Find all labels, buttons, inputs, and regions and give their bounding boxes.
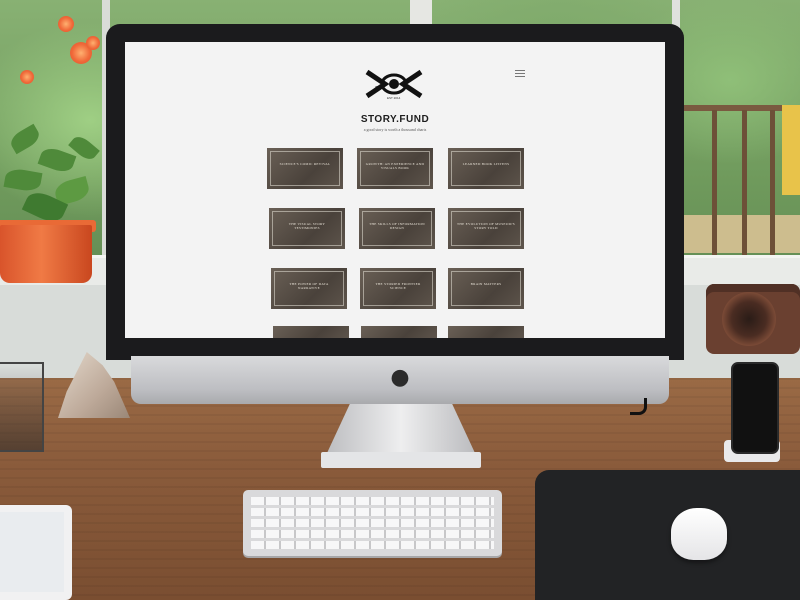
site-tagline: a good story is worth a thousand charts	[363, 127, 427, 132]
camera-lens	[722, 292, 776, 346]
story-tile-label: BRAIN MATTERS	[470, 282, 502, 286]
imac-stand-base	[321, 452, 481, 468]
story-tile-partial[interactable]	[448, 326, 524, 338]
flower-pot	[0, 225, 92, 283]
story-tile-partial[interactable]	[273, 326, 349, 338]
story-tile[interactable]: THE VISUAL STORY TESTIMONIES	[269, 208, 345, 249]
story-tile-label: THE POWER OF DATA NARRATIVE	[289, 282, 329, 290]
story-tile-label: THE VISUAL STORY TESTIMONIES	[288, 222, 326, 230]
story-tile-label: THE SKILLS OF INFORMATION DESIGN	[369, 222, 425, 230]
story-tile[interactable]: THE SKILLS OF INFORMATION DESIGN	[359, 208, 435, 249]
story-tile[interactable]: LEARNED BOOK LISTENS	[448, 148, 524, 189]
story-tile[interactable]: SCIENCE'S COMIC REVIVAL	[267, 148, 343, 189]
mouse-pad	[535, 470, 800, 600]
smartphone	[731, 362, 779, 454]
story-tile-partial[interactable]	[361, 326, 437, 338]
story-tile[interactable]: BRAIN MATTERS	[448, 268, 524, 309]
keyboard-keys[interactable]	[251, 497, 494, 549]
glass-terrarium	[0, 362, 44, 452]
apple-logo-icon: ●	[390, 365, 410, 390]
site-title: STORY.FUND	[360, 114, 430, 125]
story-fund-logo-icon[interactable]: S EST 2014	[365, 68, 423, 100]
story-tile[interactable]: THE POWER OF DATA NARRATIVE	[271, 268, 347, 309]
story-tile[interactable]: THE STORIED FRONTIER SCIENCE	[360, 268, 436, 309]
logo-est: EST 2014	[387, 96, 401, 100]
story-tile-label: THE EVOLUTION OF MUSEUM'S STORY TOLD	[457, 222, 515, 230]
story-tile[interactable]: GROWTH: AN EXPERIENCE AND VISUALS BOOK	[357, 148, 433, 189]
story-tile-label: SCIENCE'S COMIC REVIVAL	[279, 162, 331, 166]
story-tile[interactable]: THE EVOLUTION OF MUSEUM'S STORY TOLD	[448, 208, 524, 249]
website-screen: S EST 2014 STORY.FUND a good story is wo…	[125, 42, 665, 338]
story-tile-label: THE STORIED FRONTIER SCIENCE	[375, 282, 421, 290]
plant-foliage	[0, 16, 110, 230]
hamburger-menu-icon[interactable]	[515, 70, 525, 78]
story-tile-label: LEARNED BOOK LISTENS	[462, 162, 510, 166]
mouse[interactable]	[671, 508, 727, 560]
story-tile-label: GROWTH: AN EXPERIENCE AND VISUALS BOOK	[365, 162, 425, 170]
power-cable	[630, 398, 647, 415]
tablet-screen	[0, 512, 64, 592]
